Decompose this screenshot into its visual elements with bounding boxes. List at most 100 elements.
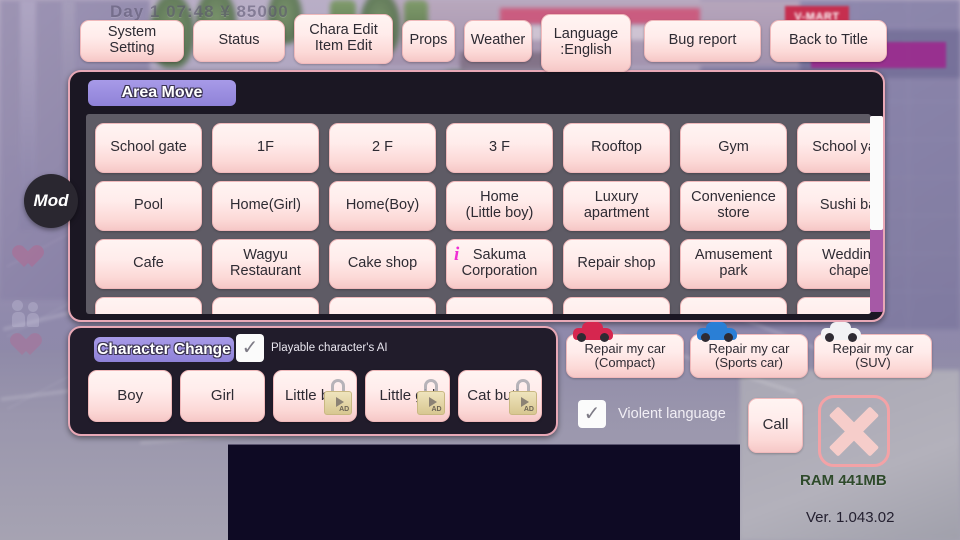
area-button[interactable]: Cake shop [329,239,436,289]
repair-car-button[interactable]: Repair my car (Compact) [566,322,684,378]
area-button[interactable]: Luxury apartment [563,181,670,231]
area-button-label: Repair shop [577,256,655,272]
menu-button-bug-report[interactable]: Bug report [644,20,761,62]
character-button-label: Boy [117,386,144,404]
ad-badge-label: AD [431,406,442,414]
menu-button-label: System Setting [107,24,157,56]
area-button[interactable] [797,297,871,314]
area-button[interactable]: Police station [446,297,553,314]
area-button-label-line2: (Little boy) [465,205,534,221]
area-button-label: Weddingchapel [822,248,871,279]
repair-car-button[interactable]: Repair my car (Sports car) [690,322,808,378]
area-button[interactable]: Rooftop [563,123,670,173]
area-button[interactable]: Weddingchapel [797,239,871,289]
area-button[interactable]: Gym [680,123,787,173]
menu-button-label: Bug report [668,32,737,49]
character-button[interactable]: Little girl AD [365,370,450,422]
area-button-label: Home(Boy) [346,198,419,214]
area-button-label: Luxury apartment [584,190,649,221]
area-button-label-line1: Rooftop [591,139,642,156]
car-icon-red [573,318,613,342]
scrollbar-thumb[interactable] [870,116,883,230]
character-button[interactable]: Girl [180,370,265,422]
area-button[interactable]: Amusement park [680,239,787,289]
area-button[interactable] [563,297,670,314]
heart-icon [18,246,44,270]
area-button[interactable]: 2 F [329,123,436,173]
call-button-label: Call [762,416,789,434]
area-button[interactable]: 1F [212,123,319,173]
area-button-label: Gym [718,140,749,156]
area-button-label-line1: Home(Girl) [230,197,301,214]
area-button-label: 1F [257,140,274,156]
area-button-label-line2: chapel [829,263,871,279]
character-button[interactable]: Cat butler AD [457,370,542,422]
area-button[interactable]: School yard [797,123,871,173]
ram-indicator: RAM 441MB [800,472,887,489]
area-button[interactable]: 3 F [446,123,553,173]
menu-button-label: Weather [470,32,526,49]
playable-ai-row: ✓ Playable character's AI [236,334,388,362]
area-button[interactable]: Home (Little boy) [446,181,553,231]
menu-button-chara-item-edit[interactable]: Chara Edit Item Edit [294,14,393,64]
area-button-label: Rooftop [591,140,642,156]
area-button[interactable]: Cafe [95,239,202,289]
repair-car-label-line1: Repair my car [584,340,666,356]
area-button-label: 2 F [372,140,393,156]
area-button[interactable] [680,297,787,314]
menu-button-system-setting[interactable]: System Setting [80,20,184,62]
area-button[interactable]: Repair shop [563,239,670,289]
area-button-label: 3 F [489,140,510,156]
call-button[interactable]: Call [748,398,803,453]
area-button[interactable] [212,297,319,314]
area-button[interactable]: Pool [95,181,202,231]
area-button[interactable]: Home(Boy) [329,181,436,231]
area-move-scroll-area[interactable]: School gate 1F 2 F 3 F Rooftop Gym School yard… [86,114,871,314]
repair-car-label-line1: Repair my car [832,340,914,356]
area-move-panel: Area Move School gate 1F 2 F3 F Rooftop Gym S… [68,70,885,322]
menu-button-back-to-title[interactable]: Back to Title [770,20,887,62]
area-button-label: Amusement park [695,248,772,279]
area-button[interactable] [95,297,202,314]
area-button-label-line1: Gym [718,139,749,156]
lock-icon: AD [508,379,538,415]
menu-button-language[interactable]: Language :English [541,14,631,72]
game-screen: V-MART Day 1 07:48 ¥ 85000 System Settin… [0,0,960,540]
playable-ai-checkbox[interactable]: ✓ [236,334,264,362]
area-button-label-line1: Wedding [822,247,871,264]
area-button-label-line2: store [717,205,750,221]
area-button-label: School yard [812,140,871,156]
menu-button-status[interactable]: Status [193,20,285,62]
area-button[interactable]: i Sakuma Corporation [446,239,553,289]
area-button-label-line1: Sushi bar [819,197,871,214]
repair-car-button[interactable]: Repair my car (SUV) [814,322,932,378]
ad-badge-label: AD [523,406,534,414]
menu-button-weather[interactable]: Weather [464,20,532,62]
car-icon-blue [697,318,737,342]
menu-button-label: Props [409,32,448,49]
area-button[interactable]: Home(Girl) [212,181,319,231]
mod-badge[interactable]: Mod [24,174,78,228]
info-icon: i [454,244,460,265]
violent-language-checkbox[interactable]: ✓ [578,400,606,428]
area-button[interactable]: School gate [95,123,202,173]
ad-banner[interactable] [228,444,740,540]
menu-button-props[interactable]: Props [402,20,455,62]
menu-button-label-line2: :English [560,42,612,58]
area-move-scrollbar[interactable] [870,116,883,312]
area-button-label-line1: 3 F [489,139,510,156]
area-button-label-line1: Wagyu [243,247,288,264]
area-button-label: Sakuma Corporation [462,248,538,279]
character-button[interactable]: Boy [88,370,173,422]
close-button[interactable] [818,395,890,467]
area-button[interactable]: Sushi bar [797,181,871,231]
area-button[interactable]: Convenience store [680,181,787,231]
area-button-label: Convenience store [691,190,776,221]
area-button-label: Cafe [133,256,164,272]
area-button[interactable]: Wagyu Restaurant [212,239,319,289]
area-button[interactable] [329,297,436,314]
car-icon-white [821,318,861,342]
area-button-label-line1: School gate [110,139,187,156]
character-button[interactable]: Little boy AD [272,370,358,422]
area-button-label: Wagyu Restaurant [230,248,301,279]
